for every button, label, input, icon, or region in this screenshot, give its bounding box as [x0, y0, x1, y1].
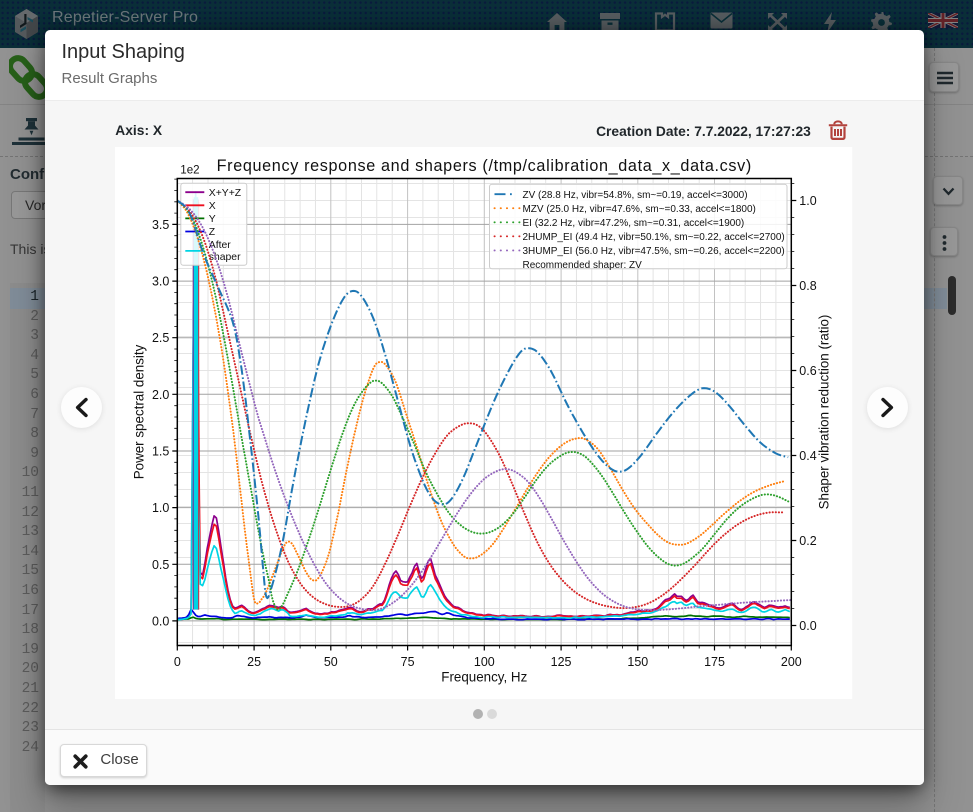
svg-text:100: 100 [474, 655, 495, 669]
svg-text:0.0: 0.0 [800, 619, 817, 633]
svg-text:50: 50 [324, 655, 338, 669]
svg-text:2HUMP_EI (49.4 Hz, vibr=50.1%,: 2HUMP_EI (49.4 Hz, vibr=50.1%, sm~=0.22,… [523, 232, 785, 243]
svg-text:MZV (25.0 Hz, vibr=47.6%, sm~=: MZV (25.0 Hz, vibr=47.6%, sm~=0.33, acce… [523, 204, 756, 215]
svg-text:1.0: 1.0 [152, 501, 169, 515]
svg-text:Shaper vibration reduction (ra: Shaper vibration reduction (ratio) [817, 315, 832, 510]
svg-text:25: 25 [248, 655, 262, 669]
svg-text:Frequency response and shapers: Frequency response and shapers (/tmp/cal… [217, 157, 752, 175]
svg-text:0.8: 0.8 [800, 279, 817, 293]
svg-text:2.5: 2.5 [152, 331, 169, 345]
svg-text:150: 150 [628, 655, 649, 669]
svg-text:Frequency, Hz: Frequency, Hz [442, 669, 528, 684]
svg-text:0.0: 0.0 [152, 614, 169, 628]
svg-text:EI (32.2 Hz, vibr=47.2%, sm~=0: EI (32.2 Hz, vibr=47.2%, sm~=0.31, accel… [523, 218, 745, 229]
svg-text:0.4: 0.4 [800, 449, 817, 463]
svg-text:Power spectral density: Power spectral density [132, 344, 147, 479]
svg-text:1.0: 1.0 [800, 194, 817, 208]
svg-text:X: X [209, 201, 216, 212]
svg-text:Z: Z [209, 227, 216, 238]
svg-text:0.6: 0.6 [800, 364, 817, 378]
svg-text:125: 125 [551, 655, 572, 669]
svg-text:3HUMP_EI (56.0 Hz, vibr=47.5%,: 3HUMP_EI (56.0 Hz, vibr=47.5%, sm~=0.26,… [523, 246, 785, 257]
svg-text:1.5: 1.5 [152, 444, 169, 458]
svg-text:0: 0 [174, 655, 181, 669]
svg-text:200: 200 [781, 655, 802, 669]
svg-text:3.5: 3.5 [152, 218, 169, 232]
svg-text:3.0: 3.0 [152, 275, 169, 289]
svg-text:0.2: 0.2 [800, 534, 817, 548]
svg-text:75: 75 [401, 655, 415, 669]
svg-text:Recommended shaper: ZV: Recommended shaper: ZV [523, 260, 643, 271]
svg-text:ZV (28.8 Hz, vibr=54.8%, sm~=0: ZV (28.8 Hz, vibr=54.8%, sm~=0.19, accel… [523, 190, 748, 201]
svg-text:175: 175 [705, 655, 726, 669]
svg-text:2.0: 2.0 [152, 388, 169, 402]
svg-text:1e2: 1e2 [181, 165, 200, 177]
svg-text:0.5: 0.5 [152, 558, 169, 572]
svg-text:X+Y+Z: X+Y+Z [209, 188, 242, 199]
svg-text:Y: Y [209, 214, 216, 225]
